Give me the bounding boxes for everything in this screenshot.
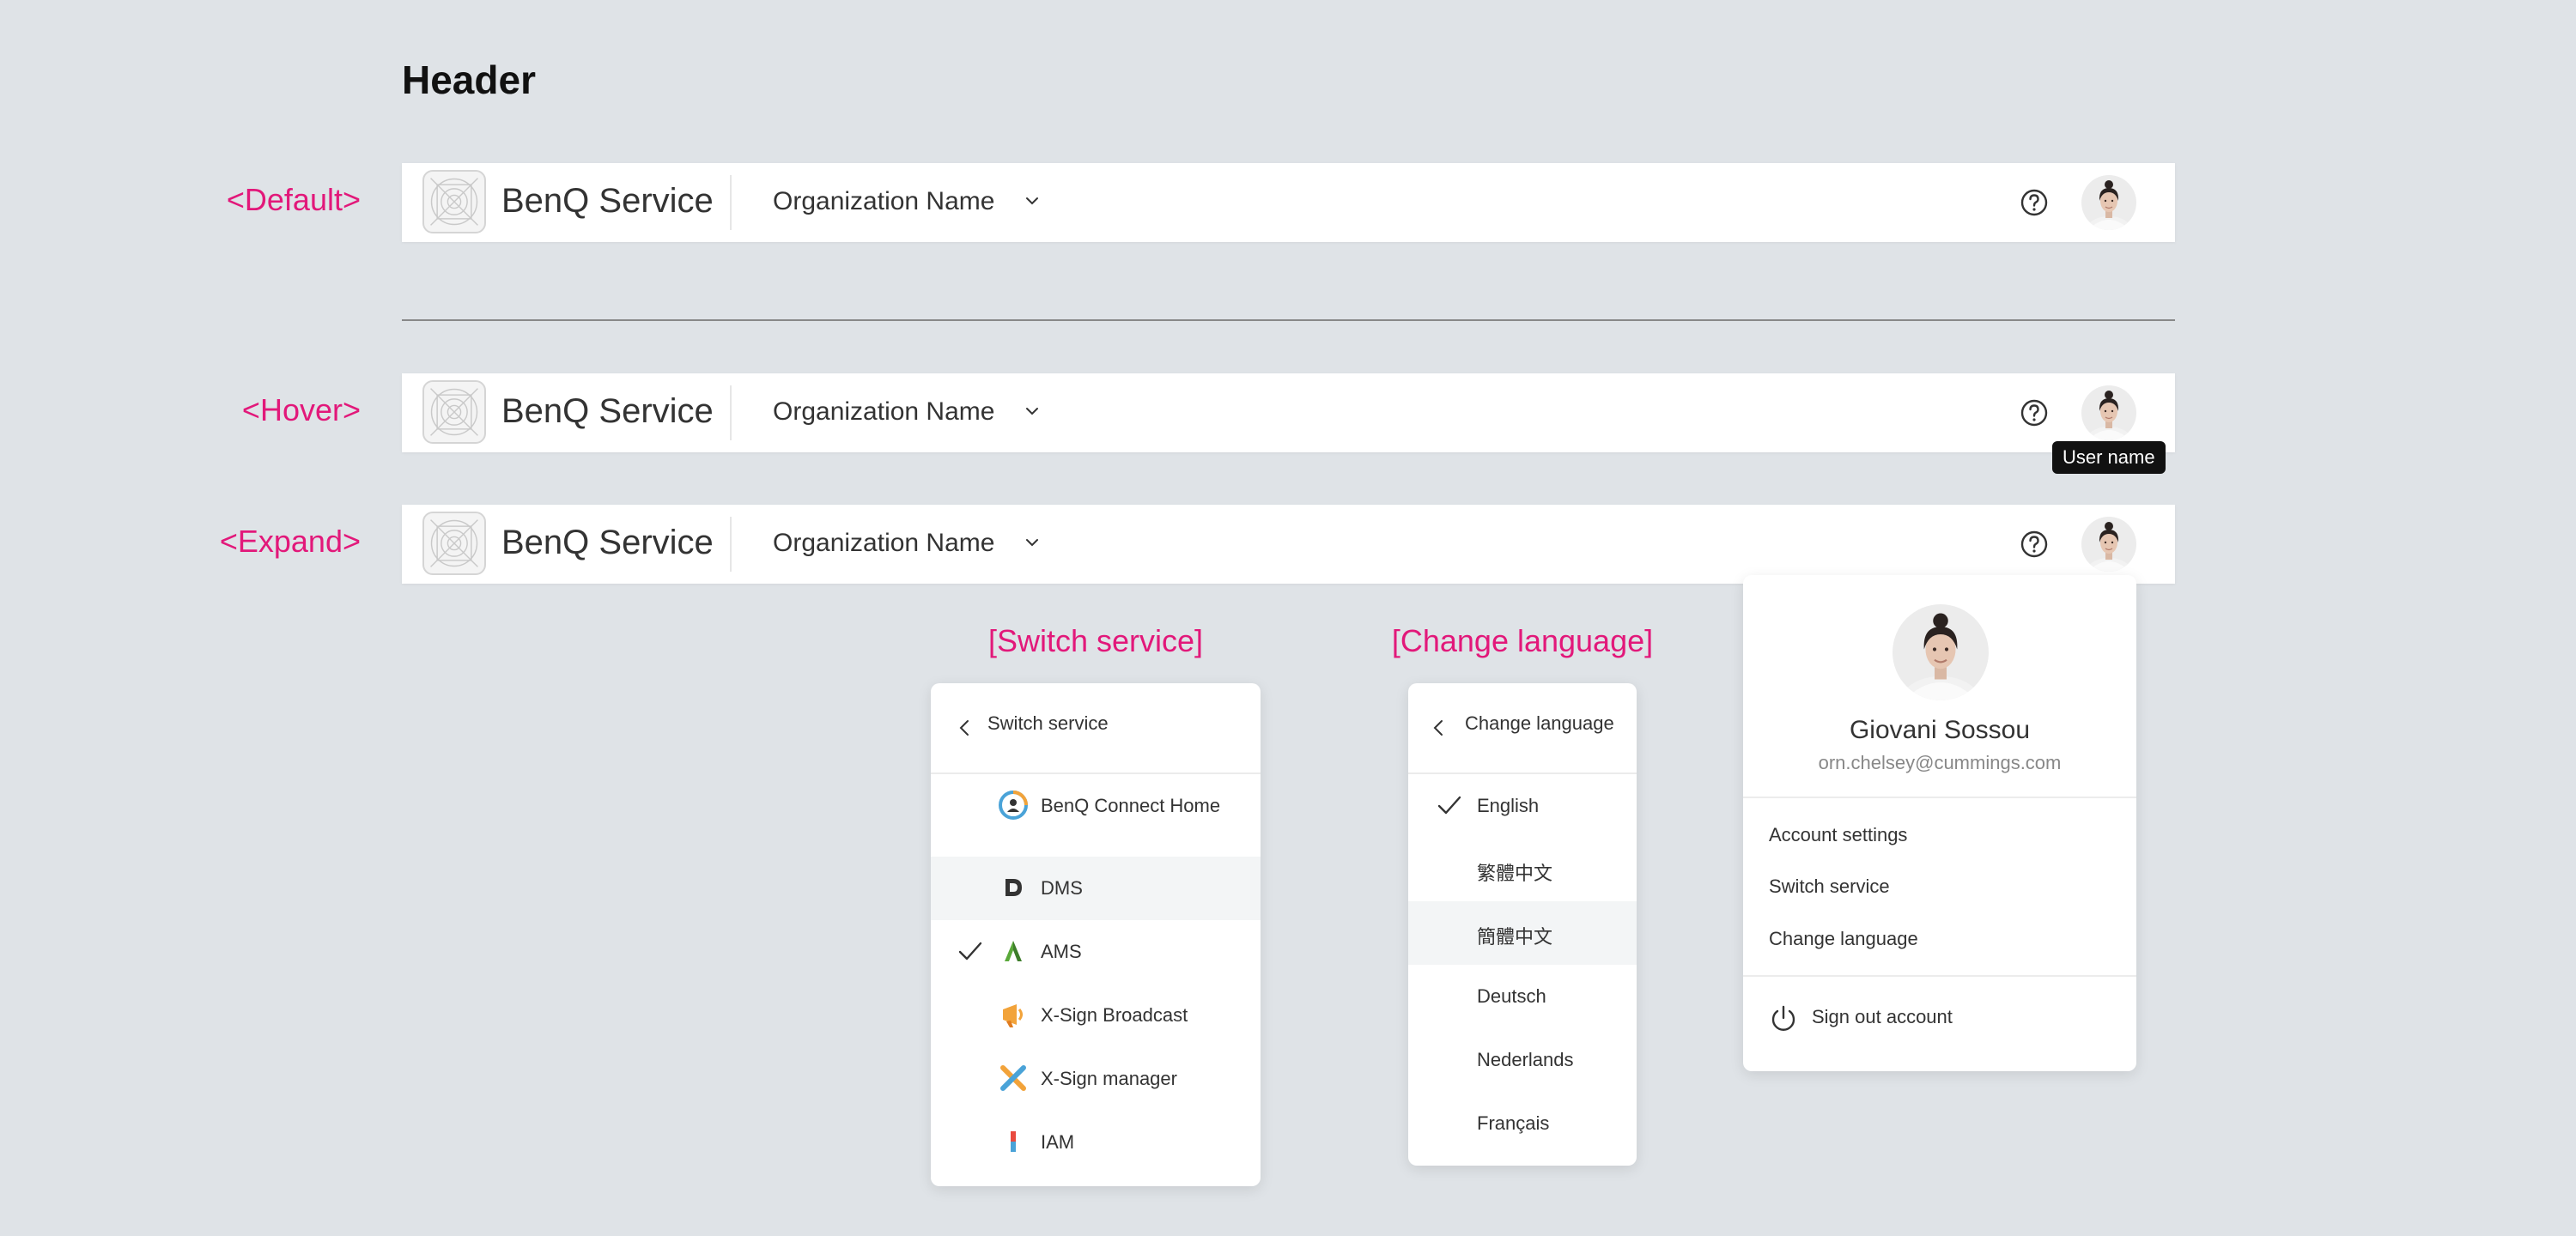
state-label-hover: <Hover>	[241, 392, 361, 427]
language-item-label: 繁體中文	[1477, 863, 1553, 884]
header-separator	[730, 385, 732, 440]
check-icon	[958, 941, 982, 963]
language-item-label: Français	[1477, 1112, 1550, 1134]
language-item-english[interactable]: English	[1408, 774, 1637, 838]
dms-icon	[1005, 879, 1022, 896]
service-item-xsign-broadcast[interactable]: X-Sign Broadcast	[931, 984, 1261, 1047]
language-item-traditional-chinese[interactable]: 繁體中文	[1408, 838, 1637, 901]
brand-name[interactable]: BenQ Service	[501, 182, 714, 221]
language-item-label: Deutsch	[1477, 985, 1546, 1007]
avatar[interactable]	[2081, 385, 2136, 440]
language-item-label: English	[1477, 795, 1540, 816]
service-item-label: AMS	[1041, 941, 1082, 962]
header-default: BenQ Service Organization Name	[402, 163, 2175, 242]
power-icon[interactable]	[1769, 1004, 1798, 1033]
service-item-label: X-Sign manager	[1041, 1068, 1177, 1089]
ams-icon	[1005, 941, 1022, 961]
service-item-label: BenQ Connect Home	[1041, 795, 1221, 816]
chevron-down-icon[interactable]	[1022, 532, 1042, 553]
language-item-nederlands[interactable]: Nederlands	[1408, 1028, 1637, 1092]
back-arrow-icon[interactable]	[1429, 718, 1449, 738]
header-separator	[730, 175, 732, 230]
header-expand: BenQ Service Organization Name	[402, 505, 2175, 584]
header-hover: BenQ Service Organization Name	[402, 373, 2175, 452]
section-label-change-language: [Change language]	[1391, 623, 1654, 658]
iam-icon	[1011, 1131, 1016, 1152]
switch-service-header: Switch service	[931, 683, 1261, 774]
profile-name: Giovani Sossou	[1849, 716, 2031, 744]
xsign-manager-icon	[1000, 1065, 1026, 1091]
state-label-expand: <Expand>	[219, 524, 361, 559]
service-item-xsign-manager[interactable]: X-Sign manager	[931, 1047, 1261, 1111]
language-item-label: Nederlands	[1477, 1049, 1574, 1070]
profile-avatar	[1893, 604, 1989, 700]
language-item-deutsch[interactable]: Deutsch	[1408, 965, 1637, 1028]
avatar[interactable]	[2081, 517, 2136, 572]
service-item-benq-connect-home[interactable]: BenQ Connect Home	[931, 774, 1261, 838]
menu-item-account-settings[interactable]: Account settings	[1769, 824, 1907, 846]
state-label-default: <Default>	[226, 182, 361, 217]
sign-out-button[interactable]: Sign out account	[1812, 1006, 1953, 1028]
placeholder-logo-icon[interactable]	[422, 170, 486, 233]
chevron-down-icon[interactable]	[1022, 401, 1042, 421]
change-language-title: Change language	[1465, 712, 1614, 734]
profile-menu: Giovani Sossou orn.chelsey@cummings.com …	[1743, 575, 2136, 1071]
organization-name[interactable]: Organization Name	[773, 397, 994, 427]
page-title: Header	[402, 58, 536, 102]
header-separator	[730, 517, 732, 572]
brand-name[interactable]: BenQ Service	[501, 524, 714, 562]
profile-divider	[1743, 975, 2136, 977]
switch-service-menu: Switch service BenQ Connect Home DMS AMS…	[931, 683, 1261, 1186]
section-label-switch-service: [Switch service]	[987, 623, 1204, 658]
chevron-down-icon[interactable]	[1022, 191, 1042, 211]
menu-item-switch-service[interactable]: Switch service	[1769, 876, 1890, 898]
organization-name[interactable]: Organization Name	[773, 187, 994, 216]
language-item-simplified-chinese[interactable]: 簡體中文	[1408, 901, 1637, 965]
service-item-label: DMS	[1041, 877, 1083, 899]
benq-connect-home-icon	[999, 791, 1028, 820]
language-item-francais[interactable]: Français	[1408, 1092, 1637, 1155]
back-arrow-icon[interactable]	[955, 718, 975, 738]
change-language-menu: Change language English 繁體中文 簡體中文 Deutsc…	[1408, 683, 1637, 1166]
help-circle-icon[interactable]	[2020, 398, 2049, 427]
service-item-ams[interactable]: AMS	[931, 920, 1261, 984]
service-item-label: X-Sign Broadcast	[1041, 1004, 1188, 1026]
organization-name[interactable]: Organization Name	[773, 529, 994, 558]
change-language-header: Change language	[1408, 683, 1637, 774]
placeholder-logo-icon[interactable]	[422, 380, 486, 444]
switch-service-title: Switch service	[987, 712, 1109, 734]
profile-divider	[1743, 797, 2136, 798]
divider	[402, 319, 2175, 321]
menu-item-change-language[interactable]: Change language	[1769, 928, 1918, 950]
service-item-dms[interactable]: DMS	[931, 857, 1261, 920]
language-item-label: 簡體中文	[1477, 926, 1553, 948]
service-item-iam[interactable]: IAM	[931, 1111, 1261, 1174]
service-item-label: IAM	[1041, 1131, 1075, 1153]
avatar[interactable]	[2081, 175, 2136, 230]
check-icon	[1437, 795, 1461, 817]
help-circle-icon[interactable]	[2020, 188, 2049, 217]
xsign-broadcast-icon	[1003, 1004, 1023, 1027]
profile-email: orn.chelsey@cummings.com	[1818, 752, 2062, 773]
placeholder-logo-icon[interactable]	[422, 512, 486, 575]
avatar-tooltip: User name	[2052, 441, 2166, 474]
brand-name[interactable]: BenQ Service	[501, 392, 714, 431]
help-circle-icon[interactable]	[2020, 530, 2049, 559]
